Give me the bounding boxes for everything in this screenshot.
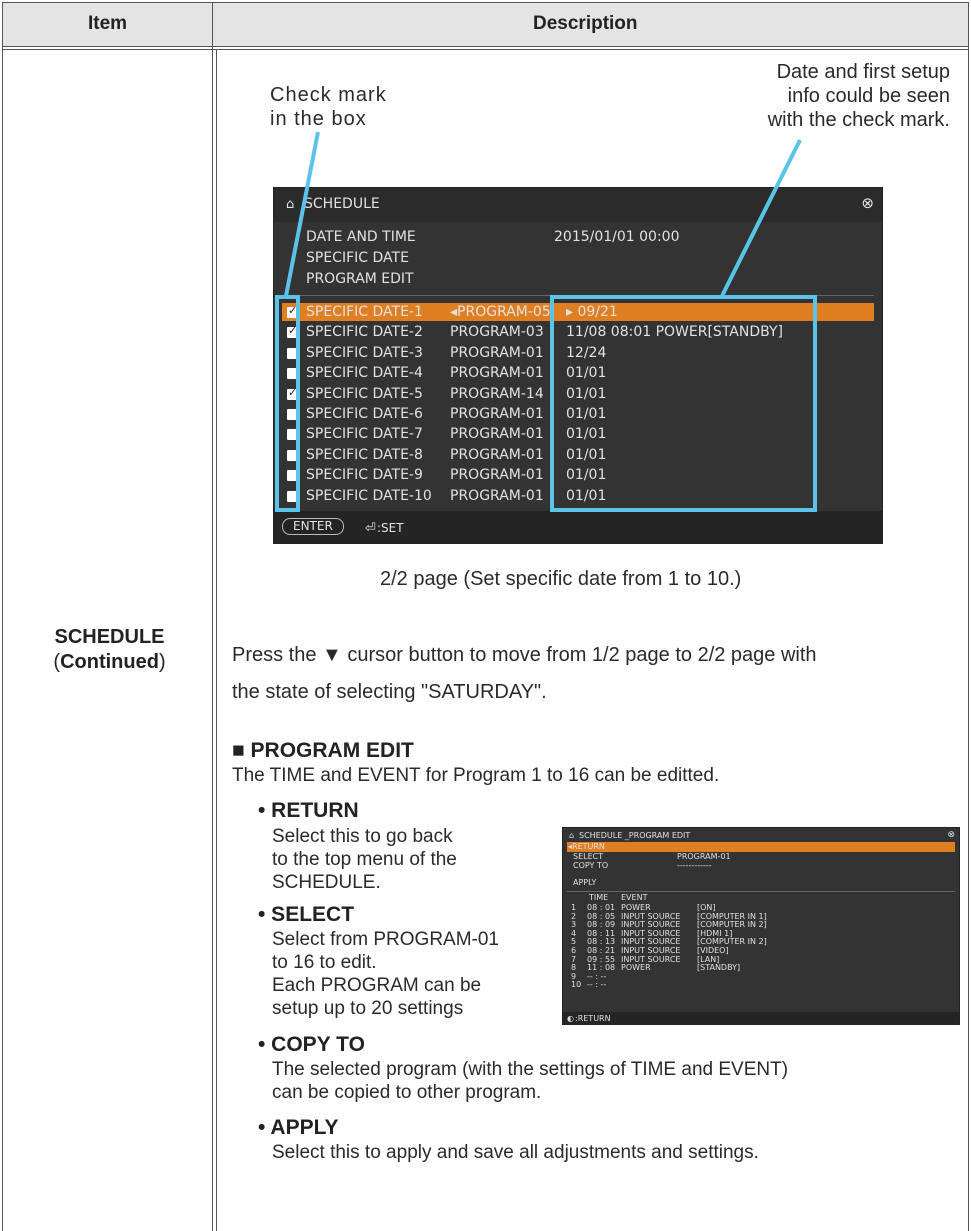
program-edit-intro: The TIME and EVENT for Program 1 to 16 c… [232, 765, 720, 786]
select-description: Select from PROGRAM-01 to 16 to edit. Ea… [272, 928, 499, 1020]
leader-line-dateinfo [720, 139, 802, 297]
return-desc-line1: Select this to go back [272, 826, 453, 847]
program-edit-return: ◂RETURN [568, 842, 605, 851]
program-edit-select-value: PROGRAM-01 [677, 852, 731, 861]
copy-to-title: • COPY TO [258, 1033, 365, 1056]
leader-line-checkmark [284, 131, 320, 297]
annotation-leader-lines [284, 131, 802, 297]
program-edit-copy-value: ------------ [677, 861, 712, 870]
copy-desc-line1: The selected program (with the settings … [272, 1059, 789, 1080]
program-edit-footer: :RETURN [575, 1014, 611, 1023]
return-desc-line3: SCHEDULE. [272, 872, 381, 893]
program-edit-title: SCHEDULE _PROGRAM EDIT [579, 831, 691, 840]
program-edit-footer-bar [563, 1012, 959, 1024]
program-edit-apply-label: APPLY [573, 878, 597, 887]
program-edit-footer-icon: ◐ [567, 1014, 574, 1023]
press-line1: Press the ▼ cursor button to move from 1… [232, 644, 817, 666]
select-desc-line2: to 16 to edit. [272, 952, 377, 973]
entry-number: 10 [571, 980, 582, 990]
entry-time: -- : -- [587, 980, 607, 990]
copy-desc-line2: can be copied to other program. [272, 1082, 542, 1103]
program-edit-col-event: EVENT [621, 893, 648, 902]
program-edit-col-time: TIME [589, 893, 609, 902]
press-instruction: Press the ▼ cursor button to move from 1… [232, 637, 817, 711]
return-desc-line2: to the top menu of the [272, 849, 457, 870]
press-line2: the state of selecting "SATURDAY". [232, 681, 547, 703]
entry-value: [STANDBY] [697, 963, 741, 973]
copy-to-description: The selected program (with the settings … [272, 1058, 788, 1104]
select-title: • SELECT [258, 903, 355, 926]
apply-title: • APPLY [258, 1116, 339, 1139]
program-edit-home-icon: ⌂ [569, 831, 575, 840]
select-desc-line4: setup up to 20 settings [272, 998, 464, 1019]
return-description: Select this to go back to the top menu o… [272, 825, 457, 894]
select-desc-line3: Each PROGRAM can be [272, 975, 482, 996]
program-edit-close-icon: ⊗ [947, 830, 955, 840]
program-edit-select-label: SELECT [573, 852, 604, 861]
program-edit-divider [567, 891, 955, 892]
return-title: • RETURN [258, 799, 359, 822]
program-edit-screenshot: ⌂ SCHEDULE _PROGRAM EDIT ⊗ ◂RETURN SELEC… [562, 827, 960, 1025]
program-edit-return-highlight [567, 842, 955, 852]
apply-description: Select this to apply and save all adjust… [272, 1142, 759, 1163]
program-edit-copy-label: COPY TO [573, 861, 609, 870]
caption-page: 2/2 page (Set specific date from 1 to 10… [380, 568, 742, 590]
select-desc-line1: Select from PROGRAM-01 [272, 929, 499, 950]
entry-event: POWER [621, 963, 651, 973]
program-edit-heading: ■ PROGRAM EDIT [232, 739, 414, 762]
